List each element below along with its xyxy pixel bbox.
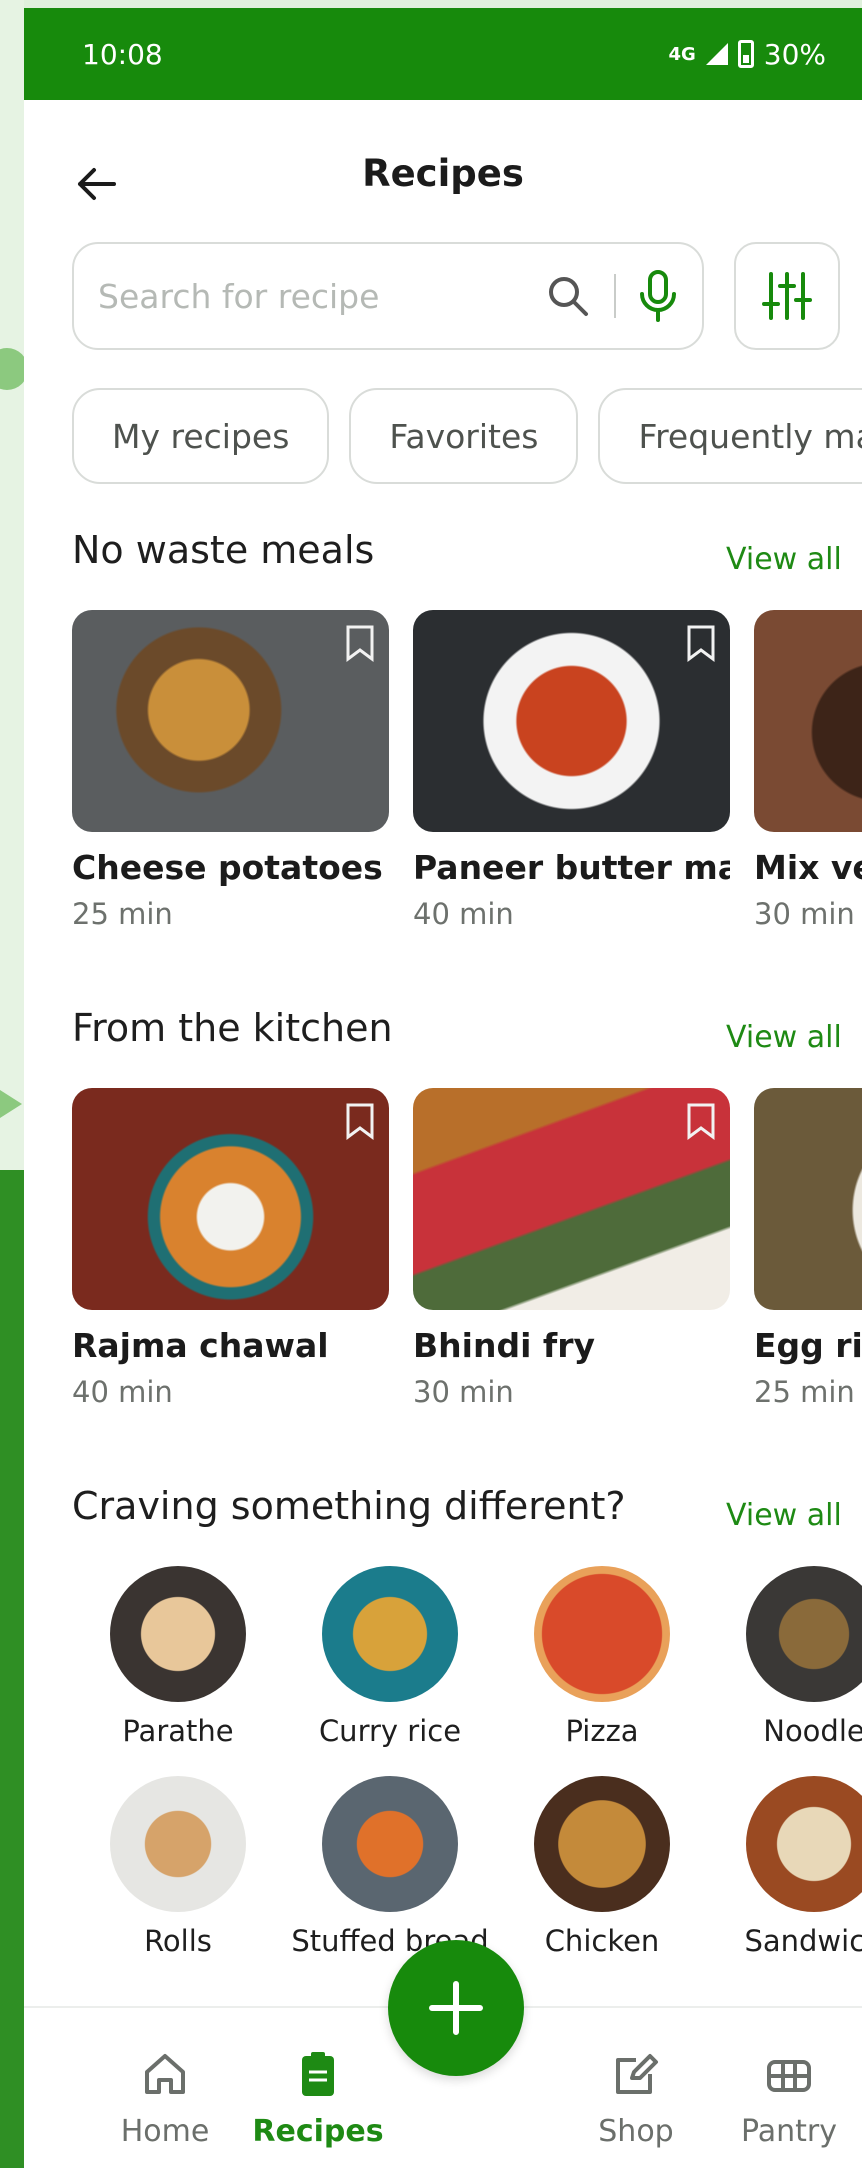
category-image [746, 1566, 862, 1702]
chip-favorites[interactable]: Favorites [349, 388, 579, 484]
nav-label: Home [120, 2114, 210, 2149]
category-item[interactable]: Parathe [72, 1566, 284, 1748]
status-time: 10:08 [82, 37, 163, 71]
recipe-time: 40 min [413, 897, 514, 931]
recipe-image [413, 610, 730, 832]
recipe-card[interactable]: Mix veg 30 min [754, 610, 862, 931]
recipe-image [72, 610, 389, 832]
section-title-from-kitchen: From the kitchen [72, 1006, 393, 1050]
category-image [322, 1776, 458, 1912]
category-image [534, 1566, 670, 1702]
top-app-bar: Recipes [24, 100, 862, 256]
battery-icon [737, 40, 754, 68]
recipe-name: Bhindi fry [413, 1326, 596, 1365]
microphone-icon[interactable] [638, 270, 678, 322]
category-item[interactable]: Stuffed bread [284, 1776, 496, 1958]
nav-label: Pantry [741, 2114, 837, 2149]
home-icon [145, 2054, 185, 2094]
recipe-card[interactable]: Bhindi fry 30 min [413, 1088, 730, 1409]
bookmark-icon[interactable] [345, 1102, 375, 1140]
background-decoration [0, 0, 28, 2168]
filter-sliders-icon [762, 272, 812, 320]
app-screen: 10:08 4G 30% Recipes Search for recipe M… [24, 8, 862, 2168]
category-image [322, 1566, 458, 1702]
category-item[interactable]: Pizza [496, 1566, 708, 1748]
recipe-time: 30 min [754, 897, 855, 931]
category-label: Sandwich [744, 1924, 862, 1958]
category-item[interactable]: Curry rice [284, 1566, 496, 1748]
category-label: Noodle [763, 1714, 862, 1748]
bookmark-icon[interactable] [686, 624, 716, 662]
recipe-card[interactable]: Rajma chawal 40 min [72, 1088, 389, 1409]
nav-label: Shop [598, 2114, 674, 2149]
search-bar[interactable]: Search for recipe [72, 242, 704, 350]
category-item[interactable]: Rolls [72, 1776, 284, 1958]
chip-frequently-made[interactable]: Frequently made [598, 388, 862, 484]
search-input[interactable]: Search for recipe [98, 277, 544, 316]
nav-recipes[interactable]: Recipes [243, 2048, 393, 2149]
view-all-no-waste[interactable]: View all [726, 542, 842, 577]
plus-icon [429, 1981, 483, 2035]
no-waste-cards: Cheese potatoes 25 min Paneer butter ma.… [72, 610, 862, 931]
recipe-name: Cheese potatoes [72, 848, 383, 887]
recipe-name: Paneer butter ma.. [413, 848, 730, 887]
pantry-icon [767, 2060, 811, 2092]
category-image [110, 1776, 246, 1912]
recipe-image [72, 1088, 389, 1310]
edit-icon [616, 2054, 658, 2094]
from-kitchen-cards: Rajma chawal 40 min Bhindi fry 30 min Eg… [72, 1088, 862, 1409]
category-item[interactable]: Sandwich [708, 1776, 862, 1958]
network-type: 4G [668, 43, 696, 65]
chip-my-recipes[interactable]: My recipes [72, 388, 330, 484]
recipe-image [413, 1088, 730, 1310]
recipe-name: Rajma chawal [72, 1326, 329, 1365]
category-item[interactable]: Chicken [496, 1776, 708, 1958]
category-label: Rolls [144, 1924, 212, 1958]
search-divider [614, 274, 616, 318]
category-image [746, 1776, 862, 1912]
nav-shop[interactable]: Shop [561, 2048, 711, 2149]
recipe-time: 30 min [413, 1375, 514, 1409]
category-image [110, 1566, 246, 1702]
add-recipe-button[interactable] [388, 1940, 524, 2076]
nav-label: Recipes [252, 2114, 384, 2149]
nav-pantry[interactable]: Pantry [714, 2048, 862, 2149]
page-title: Recipes [362, 152, 524, 195]
recipe-time: 25 min [754, 1375, 855, 1409]
category-grid: Parathe Curry rice Pizza Noodle Rolls St… [72, 1566, 862, 1958]
search-icon[interactable] [544, 272, 592, 320]
category-label: Chicken [544, 1924, 660, 1958]
category-item[interactable]: Noodle [708, 1566, 862, 1748]
filter-chips: My recipes Favorites Frequently made [72, 388, 862, 484]
clipboard-icon [302, 2052, 334, 2096]
section-title-craving: Craving something different? [72, 1484, 626, 1528]
recipe-card[interactable]: Cheese potatoes 25 min [72, 610, 389, 931]
recipe-image [754, 1088, 862, 1310]
category-label: Curry rice [318, 1714, 462, 1748]
recipe-time: 40 min [72, 1375, 173, 1409]
bookmark-icon[interactable] [345, 624, 375, 662]
recipe-card[interactable]: Paneer butter ma.. 40 min [413, 610, 730, 931]
recipe-name: Egg rice [754, 1326, 862, 1365]
background-triangle [0, 1090, 22, 1118]
recipe-card[interactable]: Egg rice 25 min [754, 1088, 862, 1409]
view-all-craving[interactable]: View all [726, 1498, 842, 1533]
background-green-block [0, 1170, 24, 2168]
recipe-image [754, 610, 862, 832]
category-label: Pizza [565, 1714, 639, 1748]
battery-level: 30% [763, 37, 826, 71]
section-title-no-waste: No waste meals [72, 528, 375, 572]
view-all-from-kitchen[interactable]: View all [726, 1020, 842, 1055]
nav-home[interactable]: Home [90, 2048, 240, 2149]
status-bar: 10:08 4G 30% [24, 8, 862, 100]
status-indicators: 4G 30% [668, 38, 826, 71]
filter-button[interactable] [734, 242, 840, 350]
signal-icon [705, 43, 728, 65]
bookmark-icon[interactable] [686, 1102, 716, 1140]
category-label: Parathe [122, 1714, 234, 1748]
recipe-time: 25 min [72, 897, 173, 931]
recipe-name: Mix veg [754, 848, 862, 887]
category-image [534, 1776, 670, 1912]
